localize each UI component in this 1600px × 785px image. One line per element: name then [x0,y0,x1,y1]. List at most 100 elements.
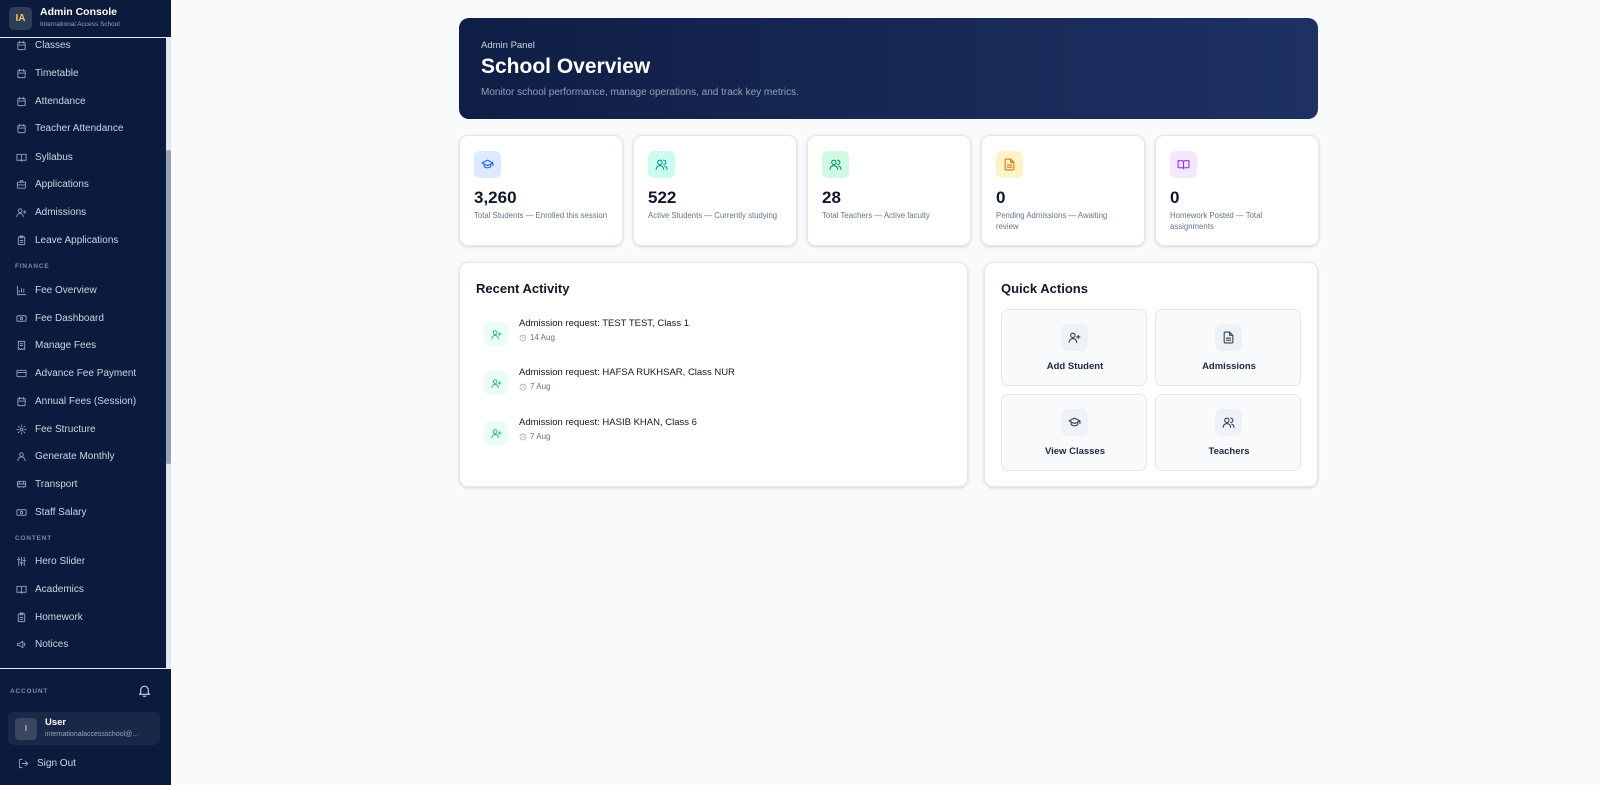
sliders-icon [16,556,27,566]
stat-icon [996,151,1023,178]
user-profile-card[interactable]: I User internationalaccessschool@... [8,712,160,745]
sidebar-item-label: Timetable [35,67,79,79]
stat-card-homework-posted: 0 Homework Posted — Total assignments [1155,135,1319,246]
sidebar-item-label: Manage Fees [35,339,97,351]
sidebar-item-staff-salary[interactable]: Staff Salary [0,499,166,525]
graduation-cap-icon [1068,417,1081,427]
list-item[interactable]: Admission request: HASIB KHAN, Class 6 7… [484,417,964,451]
bar-chart-icon [16,285,27,295]
user-plus-icon [490,329,502,339]
sidebar-item-hero-slider[interactable]: Hero Slider [0,548,166,574]
clipboard-icon [17,234,26,245]
activity-time: 7 Aug [519,432,550,441]
stat-card-total-teachers: 28 Total Teachers — Active faculty [807,135,971,246]
calendar-icon [17,396,26,406]
activity-text: Admission request: HASIB KHAN, Class 6 [519,417,697,428]
users-icon [829,159,842,170]
stat-card-total-students: 3,260 Total Students — Enrolled this ses… [459,135,623,246]
sidebar-item-label: Notices [35,638,69,650]
account-section: ACCOUNT I User internationalaccessschool… [0,668,171,785]
stat-card-pending-admissions: 0 Pending Admissions — Awaiting review [981,135,1145,246]
view-classes-button[interactable]: View Classes [1001,394,1147,471]
receipt-icon [17,340,26,350]
sidebar-item-label: Leave Applications [35,234,119,246]
bus-icon [16,480,27,488]
brand-header[interactable]: IA Admin Console International Access Sc… [0,0,171,38]
bell-icon [138,685,150,697]
sidebar-item-generate-monthly[interactable]: Generate Monthly [0,443,166,469]
activity-time: 14 Aug [519,333,555,342]
sign-out-button[interactable]: Sign Out [18,758,76,769]
sidebar-item-attendance[interactable]: Attendance [0,88,166,114]
briefcase-icon [16,179,27,189]
sidebar-item-label: Academics [35,583,84,595]
user-icon [17,451,26,461]
user-name: User [45,717,67,728]
calendar-icon [17,96,26,106]
sidebar-item-academics[interactable]: Academics [0,576,166,602]
teachers-button[interactable]: Teachers [1155,394,1301,471]
log-out-icon [18,758,29,769]
qa-label: Add Student [1046,361,1104,372]
sidebar-item-leave-applications[interactable]: Leave Applications [0,227,166,253]
sidebar-item-annual-fees[interactable]: Annual Fees (Session) [0,388,166,414]
sidebar-item-label: Attendance [35,95,86,107]
avatar: I [15,717,37,740]
activity-time-label: 14 Aug [530,333,555,342]
banknote-icon [16,314,27,322]
clipboard-icon [17,611,26,622]
list-item[interactable]: Admission request: HAFSA RUKHSAR, Class … [484,367,964,401]
sidebar-item-fee-overview[interactable]: Fee Overview [0,277,166,303]
hero-banner: Admin Panel School Overview Monitor scho… [459,18,1318,119]
qa-icon [1061,324,1088,351]
credit-card-icon [16,369,27,377]
qa-icon [1215,409,1242,436]
sidebar-item-label: Fee Overview [35,284,97,296]
sidebar-item-fee-dashboard[interactable]: Fee Dashboard [0,305,166,331]
sidebar-item-notices[interactable]: Notices [0,631,166,657]
notifications-button[interactable] [134,680,154,700]
sidebar-item-label: Syllabus [35,151,73,163]
sidebar-item-manage-fees[interactable]: Manage Fees [0,332,166,358]
calendar-icon [17,68,26,78]
stat-label: Total Teachers — Active faculty [822,211,930,220]
user-plus-icon [490,378,502,388]
recent-activity-panel: Recent Activity Admission request: TEST … [459,262,968,487]
clock-icon [519,433,527,440]
sidebar-item-syllabus[interactable]: Syllabus [0,144,166,170]
sidebar-item-label: Advance Fee Payment [35,367,137,379]
admissions-button[interactable]: Admissions [1155,309,1301,386]
stat-value: 3,260 [474,188,517,207]
qa-label: Teachers [1208,446,1250,457]
section-heading-finance: FINANCE [15,263,50,270]
sidebar-item-homework[interactable]: Homework [0,604,166,630]
book-open-icon [1177,160,1190,170]
brand-logo: IA [9,7,32,30]
activity-icon [484,421,508,445]
file-text-icon [1004,158,1015,171]
sidebar-item-advance-fee-payment[interactable]: Advance Fee Payment [0,360,166,386]
sidebar-nav[interactable]: Classes Timetable Attendance Teacher Att… [0,38,166,668]
section-heading-content: CONTENT [15,535,53,542]
activity-text: Admission request: TEST TEST, Class 1 [519,318,690,329]
quick-actions-title: Quick Actions [1001,281,1088,296]
user-plus-icon [16,207,27,217]
users-icon [1222,417,1235,428]
sidebar-item-timetable[interactable]: Timetable [0,60,166,86]
list-item[interactable]: Admission request: TEST TEST, Class 1 14… [484,318,964,352]
stat-icon [648,151,675,178]
add-student-button[interactable]: Add Student [1001,309,1147,386]
hero-eyebrow: Admin Panel [481,40,535,51]
qa-icon [1061,409,1088,436]
brand-subtitle: International Access School [40,21,120,28]
stat-card-active-students: 522 Active Students — Currently studying [633,135,797,246]
sidebar-item-teacher-attendance[interactable]: Teacher Attendance [0,115,166,141]
stat-label: Total Students — Enrolled this session [474,211,608,220]
sidebar-item-classes[interactable]: Classes [0,38,166,58]
sidebar-item-fee-structure[interactable]: Fee Structure [0,416,166,442]
sidebar-item-applications[interactable]: Applications [0,171,166,197]
sidebar-item-transport[interactable]: Transport [0,471,166,497]
sidebar-item-admissions[interactable]: Admissions [0,199,166,225]
recent-activity-title: Recent Activity [476,281,570,296]
sidebar-scrollbar-thumb[interactable] [166,150,171,464]
